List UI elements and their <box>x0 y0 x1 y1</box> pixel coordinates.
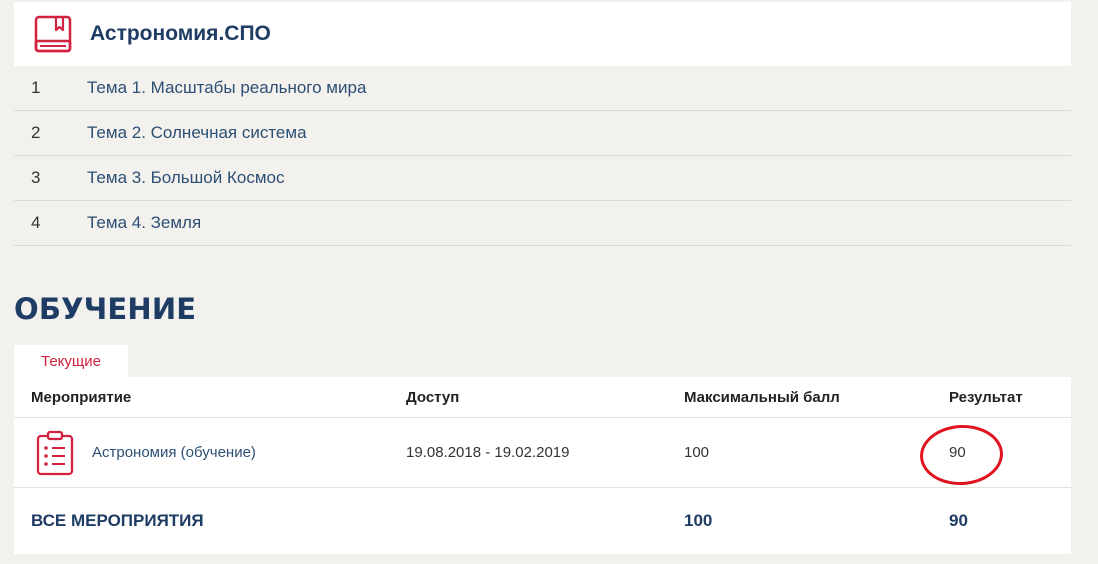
column-header-result: Результат <box>949 388 1023 406</box>
topic-list: 1 Тема 1. Масштабы реального мира 2 Тема… <box>14 66 1071 246</box>
book-icon <box>34 15 72 53</box>
topic-number: 3 <box>31 168 41 187</box>
topic-link-3[interactable]: Тема 3. Большой Космос <box>87 168 284 188</box>
column-header-event: Мероприятие <box>31 388 132 406</box>
total-result: 90 <box>949 511 968 530</box>
topic-link-1[interactable]: Тема 1. Масштабы реального мира <box>87 78 366 98</box>
topic-number: 4 <box>31 213 41 232</box>
course-header: Астрономия.СПО <box>14 2 1071 66</box>
access-period: 19.08.2018 - 19.02.2019 <box>406 444 570 461</box>
course-title: Астрономия.СПО <box>90 22 271 45</box>
max-score: 100 <box>684 444 710 461</box>
topic-number: 2 <box>31 123 41 142</box>
result-score: 90 <box>949 444 966 461</box>
checklist-clipboard-icon <box>36 430 74 475</box>
total-label: ВСЕ МЕРОПРИЯТИЯ <box>31 511 204 530</box>
topic-row-4: 4 Тема 4. Земля <box>14 201 1071 246</box>
events-table: Мероприятие Доступ Максимальный балл Рез… <box>14 377 1071 554</box>
table-row: Астрономия (обучение) 19.08.2018 - 19.02… <box>14 418 1071 488</box>
total-max-score: 100 <box>684 511 713 530</box>
table-header: Мероприятие Доступ Максимальный балл Рез… <box>14 377 1071 418</box>
column-header-access: Доступ <box>406 388 460 406</box>
topic-row-3: 3 Тема 3. Большой Космос <box>14 156 1071 201</box>
section-title: ОБУЧЕНИЕ <box>14 292 197 326</box>
event-link[interactable]: Астрономия (обучение) <box>92 444 256 461</box>
topic-number: 1 <box>31 78 41 97</box>
tab-current[interactable]: Текущие <box>14 345 128 378</box>
topic-row-2: 2 Тема 2. Солнечная система <box>14 111 1071 156</box>
column-header-max-score: Максимальный балл <box>684 388 840 406</box>
topic-row-1: 1 Тема 1. Масштабы реального мира <box>14 66 1071 111</box>
topic-link-4[interactable]: Тема 4. Земля <box>87 213 201 233</box>
table-total-row: ВСЕ МЕРОПРИЯТИЯ 100 90 <box>14 488 1071 554</box>
topic-link-2[interactable]: Тема 2. Солнечная система <box>87 123 307 143</box>
